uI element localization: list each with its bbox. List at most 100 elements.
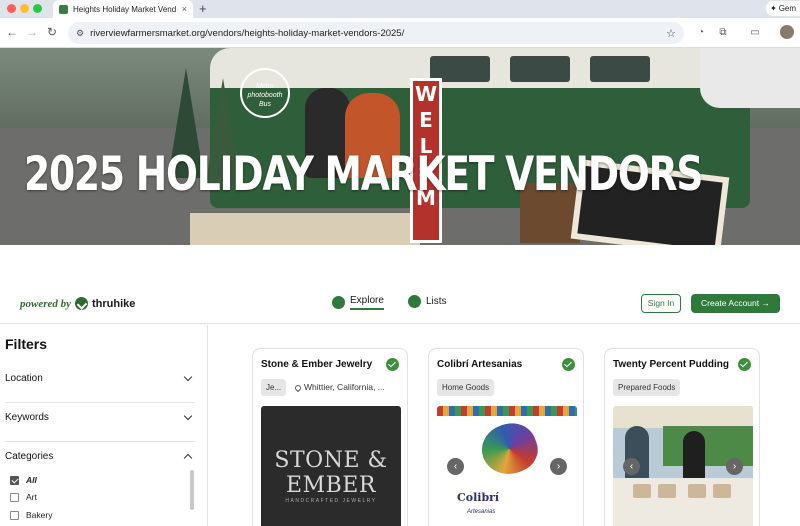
filter-location[interactable]: Location bbox=[5, 368, 195, 388]
category-art[interactable]: Art bbox=[10, 492, 37, 502]
textile-band bbox=[437, 406, 577, 416]
category-chip: Home Goods bbox=[437, 379, 495, 396]
gemini-button[interactable]: ✦ Gem bbox=[766, 1, 800, 16]
filter-location-label: Location bbox=[5, 372, 43, 384]
hero-van-window bbox=[510, 56, 570, 82]
vendor-image[interactable]: ‹ › bbox=[613, 406, 753, 526]
filter-keywords[interactable]: Keywords bbox=[5, 407, 195, 427]
new-tab-button[interactable]: + bbox=[199, 1, 207, 16]
carousel-prev-button[interactable]: ‹ bbox=[623, 458, 640, 475]
close-window-button[interactable] bbox=[7, 4, 16, 13]
category-label: Bakery bbox=[26, 510, 53, 520]
tent-canopy bbox=[613, 406, 753, 428]
checkbox[interactable] bbox=[10, 492, 19, 502]
category-label: All bbox=[26, 475, 37, 485]
browser-tab[interactable]: Heights Holiday Market Vend × bbox=[53, 0, 193, 18]
minimize-window-button[interactable] bbox=[20, 4, 29, 13]
hero-car bbox=[700, 48, 800, 108]
filter-categories[interactable]: Categories bbox=[5, 446, 195, 466]
carousel-next-button[interactable]: › bbox=[550, 458, 567, 475]
logo-subtitle: HANDCRAFTED JEWELRY bbox=[285, 498, 377, 504]
verified-check-icon bbox=[562, 358, 575, 371]
powered-by-label: powered by bbox=[20, 297, 72, 310]
checkbox[interactable] bbox=[10, 510, 19, 520]
tab-close-icon[interactable]: × bbox=[182, 4, 187, 14]
tab-title: Heights Holiday Market Vend bbox=[73, 4, 177, 14]
extension-icon[interactable]: ◔ bbox=[694, 26, 708, 40]
location-text: Whittier, California, ... bbox=[304, 382, 385, 392]
vendor-card[interactable]: Stone & Ember Jewelry Je... Whittier, Ca… bbox=[252, 348, 408, 526]
chevron-down-icon bbox=[183, 372, 193, 381]
address-bar[interactable]: ⚙ riverviewfarmersmarket.org/vendors/hei… bbox=[68, 22, 684, 44]
carousel-next-button[interactable]: › bbox=[726, 458, 743, 475]
category-all[interactable]: All bbox=[10, 475, 37, 485]
vendor-image[interactable]: Colibrí Artesanias ‹ › bbox=[437, 406, 577, 526]
back-icon[interactable]: ← bbox=[4, 25, 20, 39]
bus-logo: Metro photobooth Bus bbox=[240, 68, 290, 118]
list-icon bbox=[408, 295, 421, 308]
checkbox-checked[interactable] bbox=[10, 475, 19, 485]
bookmark-star-icon[interactable]: ☆ bbox=[666, 27, 676, 40]
hero-van-window bbox=[590, 56, 650, 82]
sign-letter: W bbox=[414, 82, 438, 106]
sparkle-icon: ✦ bbox=[770, 4, 777, 13]
pudding-cup bbox=[713, 484, 731, 498]
pudding-cup bbox=[688, 484, 706, 498]
category-chip: Je... bbox=[261, 379, 287, 396]
category-label: Art bbox=[26, 492, 37, 502]
browser-tab-bar: Heights Holiday Market Vend × + ✦ Gem bbox=[0, 0, 800, 18]
nav-lists-label: Lists bbox=[426, 296, 447, 307]
logo-line: STONE & bbox=[274, 448, 388, 473]
filter-categories-label: Categories bbox=[5, 450, 54, 462]
nav-explore[interactable]: Explore bbox=[332, 295, 384, 310]
maximize-window-button[interactable] bbox=[33, 4, 42, 13]
category-bakery[interactable]: Bakery bbox=[10, 510, 52, 520]
vendor-person bbox=[625, 426, 649, 486]
page-title: 2025 HOLIDAY MARKET VENDORS bbox=[24, 147, 703, 202]
hummingbird-illustration bbox=[475, 416, 544, 482]
url-text[interactable]: riverviewfarmersmarket.org/vendors/heigh… bbox=[90, 28, 666, 39]
site-header: powered by thruhike Explore Lists Sign I… bbox=[0, 246, 800, 324]
site-favicon-icon bbox=[59, 4, 68, 14]
vendor-location: Whittier, California, ... bbox=[293, 379, 385, 396]
filters-sidebar: Filters Location Keywords Categories All… bbox=[0, 325, 208, 526]
carousel-prev-button[interactable]: ‹ bbox=[447, 458, 464, 475]
puzzle-icon[interactable]: ⧉ bbox=[716, 26, 730, 40]
categories-scrollbar[interactable] bbox=[190, 470, 194, 510]
category-chip: Prepared Foods bbox=[613, 379, 681, 396]
nav-explore-label: Explore bbox=[350, 295, 384, 310]
compass-icon bbox=[332, 296, 345, 309]
vendor-image[interactable]: STONE & EMBER HANDCRAFTED JEWELRY bbox=[261, 406, 401, 526]
verified-check-icon bbox=[738, 358, 751, 371]
pudding-cup bbox=[658, 484, 676, 498]
media-icon[interactable]: ▭ bbox=[748, 26, 762, 40]
arrow-right-icon: → bbox=[761, 298, 771, 308]
vendor-name[interactable]: Stone & Ember Jewelry bbox=[261, 359, 372, 370]
hero-banner: W E L ❄ M Metro photobooth Bus 2025 HOLI… bbox=[0, 48, 800, 245]
chevron-up-icon bbox=[183, 453, 193, 462]
nav-lists[interactable]: Lists bbox=[408, 295, 447, 308]
profile-avatar[interactable] bbox=[780, 25, 794, 39]
site-settings-icon[interactable]: ⚙ bbox=[76, 28, 84, 39]
sign-letter: E bbox=[419, 108, 433, 132]
vendor-card[interactable]: Colibrí Artesanias Home Goods Colibrí Ar… bbox=[428, 348, 584, 526]
gemini-label: Gem bbox=[778, 4, 797, 13]
powered-by[interactable]: powered by thruhike bbox=[20, 297, 135, 310]
vendor-name[interactable]: Twenty Percent Pudding bbox=[613, 359, 729, 370]
thruhike-logo-icon bbox=[75, 297, 89, 310]
hero-rug bbox=[190, 213, 420, 245]
stone-ember-logo: STONE & EMBER bbox=[261, 448, 401, 498]
vendor-card[interactable]: Twenty Percent Pudding Prepared Foods ‹ … bbox=[604, 348, 760, 526]
sign-in-button[interactable]: Sign In bbox=[641, 294, 681, 313]
forward-icon[interactable]: → bbox=[24, 25, 40, 39]
pudding-cup bbox=[633, 484, 651, 498]
colibri-logo-subtitle: Artesanias bbox=[467, 509, 496, 515]
colibri-logo-text: Colibrí bbox=[457, 491, 500, 504]
map-pin-icon bbox=[293, 383, 303, 392]
vendor-name[interactable]: Colibrí Artesanias bbox=[437, 359, 522, 370]
filter-keywords-label: Keywords bbox=[5, 411, 49, 423]
create-account-button[interactable]: Create Account → bbox=[691, 294, 780, 313]
reload-icon[interactable]: ↻ bbox=[44, 25, 60, 39]
create-account-label: Create Account bbox=[701, 298, 760, 308]
divider bbox=[5, 402, 195, 403]
